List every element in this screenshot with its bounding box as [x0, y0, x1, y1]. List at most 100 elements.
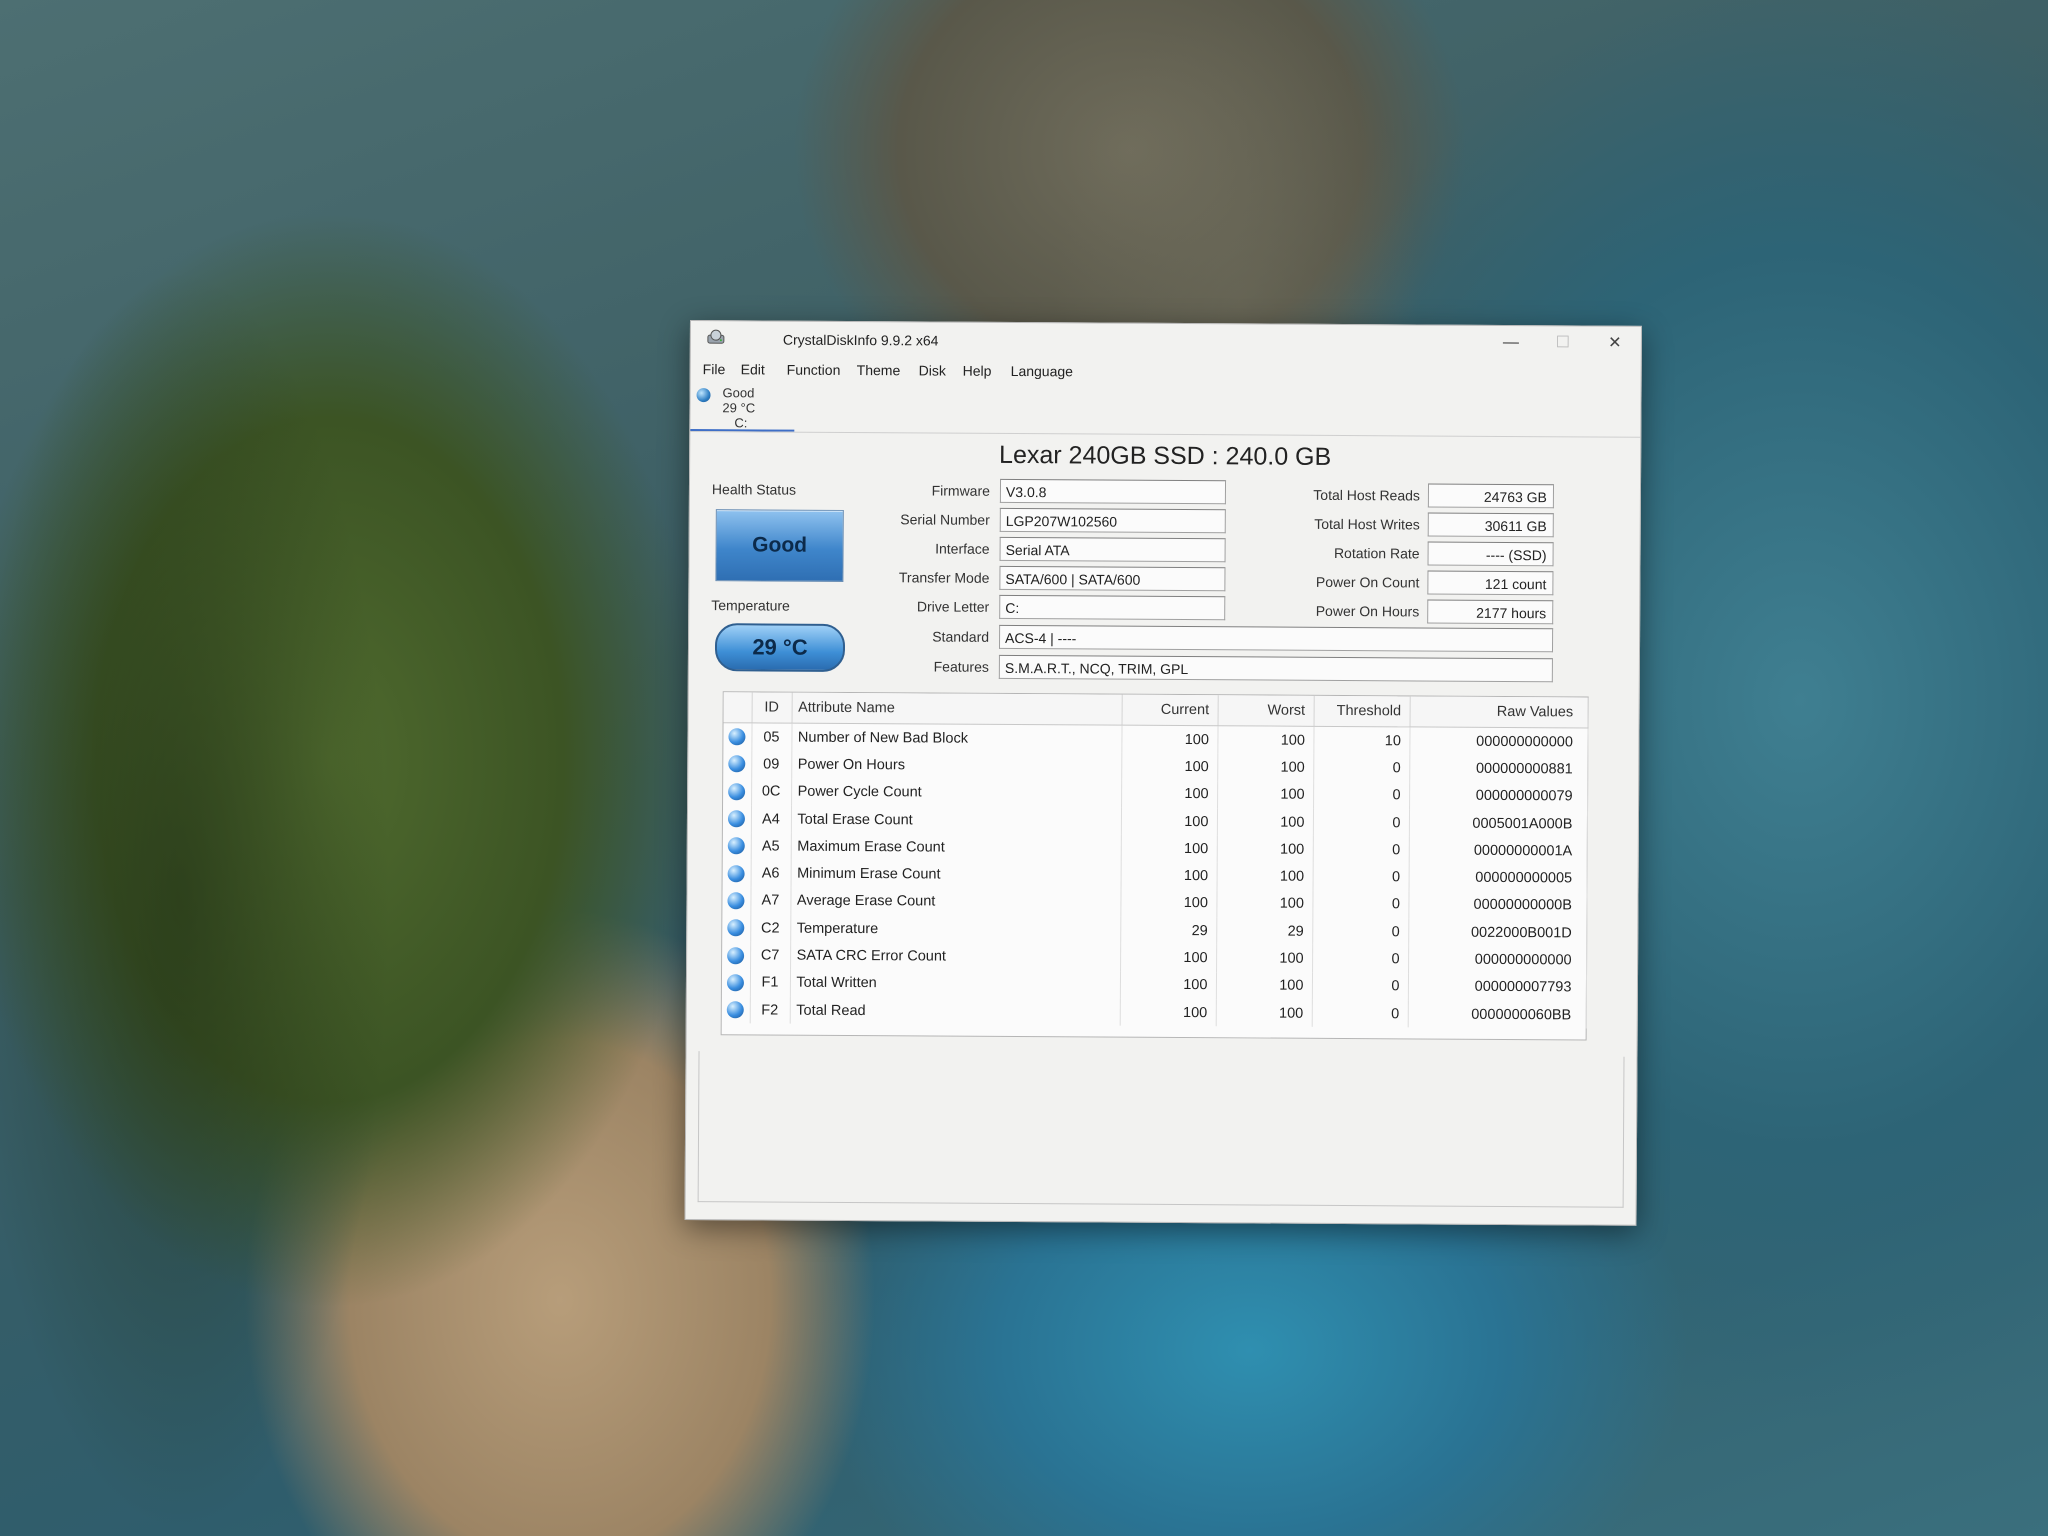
attribute-threshold: 0	[1311, 999, 1408, 1028]
standard-label: Standard	[932, 628, 990, 645]
status-cell	[723, 722, 752, 751]
attribute-worst: 100	[1216, 862, 1313, 891]
attribute-id: C2	[750, 914, 791, 942]
attribute-worst: 100	[1216, 890, 1313, 918]
attribute-worst: 100	[1216, 835, 1313, 864]
health-status-badge[interactable]: Good	[715, 509, 844, 582]
close-button[interactable]: ✕	[1595, 331, 1635, 357]
attribute-id: A6	[750, 859, 791, 888]
attribute-threshold: 10	[1313, 726, 1410, 755]
menu-disk[interactable]: Disk	[919, 362, 946, 378]
attribute-worst: 100	[1215, 999, 1312, 1028]
rotation-rate-field: ---- (SSD)	[1427, 541, 1554, 567]
status-cell	[723, 750, 752, 778]
attribute-id: F2	[749, 996, 790, 1024]
status-good-icon	[726, 1001, 745, 1019]
status-good-icon	[728, 755, 746, 773]
attribute-threshold: 0	[1313, 754, 1410, 782]
status-good-icon	[728, 728, 746, 746]
table-row[interactable]: F2 Total Read 100 100 0 0000000060BB	[721, 996, 1586, 1029]
attribute-current: 29	[1120, 916, 1217, 945]
header-id[interactable]: ID	[751, 692, 792, 724]
serial-number-label: Serial Number	[900, 511, 990, 528]
status-cell	[723, 777, 752, 806]
total-host-reads-label: Total Host Reads	[1313, 486, 1420, 504]
attribute-current: 100	[1121, 780, 1218, 809]
attribute-threshold: 0	[1311, 972, 1409, 1001]
interface-field: Serial ATA	[999, 536, 1226, 563]
menu-edit[interactable]: Edit	[741, 361, 765, 377]
menu-file[interactable]: File	[703, 361, 726, 377]
header-current[interactable]: Current	[1121, 694, 1218, 726]
attribute-worst: 100	[1215, 971, 1313, 1000]
attribute-raw-value: 00000000000B	[1408, 891, 1587, 920]
attribute-raw-value: 00000000001A	[1408, 836, 1587, 865]
attribute-raw-value: 0022000B001D	[1408, 918, 1587, 947]
attribute-threshold: 0	[1312, 863, 1409, 892]
power-on-count-label: Power On Count	[1315, 573, 1420, 591]
divider	[690, 431, 1641, 438]
attribute-threshold: 0	[1312, 945, 1409, 974]
attribute-current: 100	[1120, 862, 1217, 891]
attribute-raw-value: 0000000060BB	[1407, 1000, 1586, 1029]
status-good-icon	[728, 810, 746, 828]
drive-letter-field: C:	[999, 594, 1226, 621]
total-host-writes-label: Total Host Writes	[1314, 515, 1420, 533]
status-good-icon	[727, 837, 746, 855]
power-on-hours-field: 2177 hours	[1427, 599, 1554, 625]
temperature-label: Temperature	[711, 597, 790, 614]
status-cell	[722, 859, 751, 888]
header-status	[723, 692, 752, 723]
maximize-button[interactable]: ☐	[1543, 330, 1583, 356]
window-title: CrystalDiskInfo 9.9.2 x64	[782, 331, 939, 349]
temperature-badge[interactable]: 29 °C	[714, 623, 846, 672]
app-disk-icon	[707, 329, 725, 344]
menu-help[interactable]: Help	[963, 363, 992, 379]
attribute-name: Number of New Bad Block	[791, 723, 1122, 753]
status-good-icon	[727, 864, 745, 882]
serial-number-field: LGP207W102560	[999, 507, 1226, 534]
status-cell	[722, 805, 752, 833]
attribute-worst: 29	[1216, 917, 1313, 946]
attribute-name: Average Erase Count	[790, 887, 1121, 917]
attribute-raw-value: 000000000000	[1409, 726, 1588, 756]
attribute-worst: 100	[1216, 808, 1314, 837]
menu-function[interactable]: Function	[787, 362, 841, 378]
attribute-current: 100	[1119, 971, 1217, 1000]
drive-tab-c[interactable]: Good 29 °C C:	[690, 383, 800, 432]
header-worst[interactable]: Worst	[1217, 695, 1314, 727]
menu-theme[interactable]: Theme	[857, 362, 901, 378]
attribute-current: 100	[1120, 807, 1218, 836]
status-cell	[722, 832, 751, 860]
attribute-id: A4	[750, 805, 792, 833]
menu-language[interactable]: Language	[1011, 363, 1073, 379]
smart-attributes-table[interactable]: ID Attribute Name Current Worst Threshol…	[720, 691, 1589, 1041]
attribute-current: 100	[1119, 998, 1216, 1027]
status-cell	[721, 968, 751, 997]
header-threshold[interactable]: Threshold	[1313, 695, 1410, 727]
drive-tab-temp: 29 °C	[722, 400, 756, 416]
attribute-name: Temperature	[790, 914, 1121, 945]
attribute-id: 05	[751, 722, 792, 751]
minimize-button[interactable]: —	[1491, 330, 1531, 356]
attribute-name: Minimum Erase Count	[790, 860, 1121, 890]
attribute-id: F1	[749, 969, 791, 997]
attribute-name: SATA CRC Error Count	[790, 941, 1121, 972]
header-raw-values[interactable]: Raw Values	[1409, 696, 1588, 728]
standard-field: ACS-4 | ----	[998, 624, 1554, 653]
power-on-count-field: 121 count	[1427, 570, 1554, 596]
firmware-label: Firmware	[931, 482, 991, 499]
attribute-current: 100	[1120, 834, 1217, 863]
crystaldiskinfo-window: CrystalDiskInfo 9.9.2 x64 — ☐ ✕ File Edi…	[684, 320, 1642, 1226]
menu-bar: File Edit Function Theme Disk Help Langu…	[691, 355, 1641, 389]
header-attribute-name[interactable]: Attribute Name	[791, 692, 1122, 726]
attribute-raw-value: 000000000881	[1409, 754, 1588, 784]
status-cell	[722, 914, 751, 942]
title-bar[interactable]: CrystalDiskInfo 9.9.2 x64 — ☐ ✕	[691, 321, 1641, 361]
transfer-mode-label: Transfer Mode	[898, 569, 990, 586]
features-field: S.M.A.R.T., NCQ, TRIM, GPL	[998, 654, 1553, 683]
attribute-worst: 100	[1217, 725, 1314, 755]
drive-tab-status: Good	[722, 385, 755, 401]
status-good-icon	[727, 946, 745, 964]
attribute-threshold: 0	[1312, 917, 1409, 946]
